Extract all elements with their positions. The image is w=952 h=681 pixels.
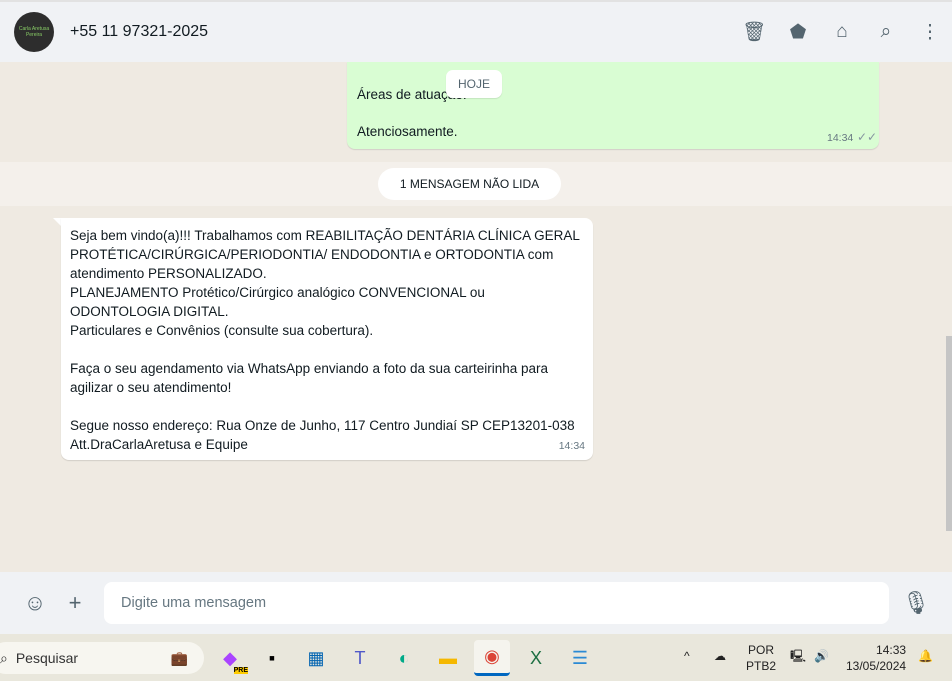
- briefcase-icon: 💼: [170, 649, 188, 666]
- chevron-up-icon[interactable]: ^: [684, 648, 690, 664]
- message-time: 14:34: [827, 132, 854, 144]
- task-view-icon[interactable]: ▪: [254, 640, 290, 676]
- contact-title[interactable]: +55 11 97321-2025: [70, 23, 208, 41]
- teams-icon[interactable]: T: [342, 640, 378, 676]
- store-icon[interactable]: ⌂: [820, 21, 864, 43]
- notification-bell-icon[interactable]: 🔔: [918, 648, 933, 664]
- cloud-offline-icon[interactable]: ☁: [714, 648, 726, 664]
- avatar[interactable]: Carla Aretusa Pereira: [14, 12, 54, 52]
- message-text: Seja bem vindo(a)!!! Trabalhamos com REA…: [70, 228, 580, 452]
- search-icon: ⌕: [0, 649, 8, 666]
- avatar-logo-text: Carla Aretusa Pereira: [18, 26, 50, 38]
- clock[interactable]: 14:33 13/05/2024: [846, 642, 906, 674]
- incoming-message: Seja bem vindo(a)!!! Trabalhamos com REA…: [61, 218, 593, 460]
- clock-time: 14:33: [876, 643, 907, 657]
- lang-code: POR: [748, 643, 775, 657]
- chrome-icon[interactable]: ◉: [474, 640, 510, 676]
- network-icon[interactable]: 🖳: [790, 648, 806, 664]
- copilot-icon[interactable]: ◆ PRE: [212, 640, 248, 676]
- bubble-tail: [53, 218, 61, 226]
- label-icon[interactable]: ⬟: [776, 21, 820, 44]
- composer: ☺ + Digite uma mensagem 🎙: [0, 572, 952, 634]
- keyboard-layout: PTB2: [746, 659, 777, 673]
- message-time: 14:34: [558, 440, 585, 452]
- menu-icon[interactable]: ⋮: [908, 21, 952, 44]
- scrollbar[interactable]: [946, 336, 952, 531]
- taskbar-search[interactable]: ⌕ Pesquisar 💼: [0, 642, 204, 674]
- unread-badge: 1 MENSAGEM NÃO LIDA: [378, 168, 561, 200]
- double-check-icon: ✓✓: [857, 130, 878, 144]
- emoji-icon[interactable]: ☺: [15, 590, 55, 616]
- message-list[interactable]: Áreas de atuação: Atenciosamente. 14:34 …: [0, 62, 952, 572]
- notepad-icon[interactable]: ☰: [562, 640, 598, 676]
- taskbar: ⌕ Pesquisar 💼 ◆ PRE ▪ ▦ T ◐ ▬ ◉ X ☰ ^ ☁ POR…: [0, 634, 952, 681]
- search-label: Pesquisar: [15, 650, 79, 666]
- microphone-icon[interactable]: 🎙: [896, 590, 936, 616]
- plus-icon[interactable]: +: [55, 590, 95, 616]
- message-input[interactable]: Digite uma mensagem: [104, 582, 889, 624]
- edge-icon[interactable]: ◐: [386, 640, 422, 676]
- delete-icon[interactable]: 🗑: [732, 20, 776, 44]
- date-chip: HOJE: [446, 70, 503, 98]
- outgoing-message: Áreas de atuação: Atenciosamente. 14:34 …: [347, 62, 879, 149]
- chat-header: Carla Aretusa Pereira +55 11 97321-2025 …: [0, 0, 952, 62]
- message-placeholder: Digite uma mensagem: [121, 595, 267, 611]
- search-icon[interactable]: ⌕: [864, 21, 908, 43]
- excel-icon[interactable]: X: [518, 640, 554, 676]
- store-app-icon[interactable]: ▦: [298, 640, 334, 676]
- volume-icon[interactable]: 🔊: [814, 648, 829, 664]
- clock-date: 13/05/2024: [846, 659, 907, 673]
- file-explorer-icon[interactable]: ▬: [430, 640, 466, 676]
- message-text: Atenciosamente.: [357, 124, 458, 139]
- pre-badge: PRE: [233, 667, 248, 674]
- language-indicator[interactable]: POR PTB2: [746, 642, 776, 674]
